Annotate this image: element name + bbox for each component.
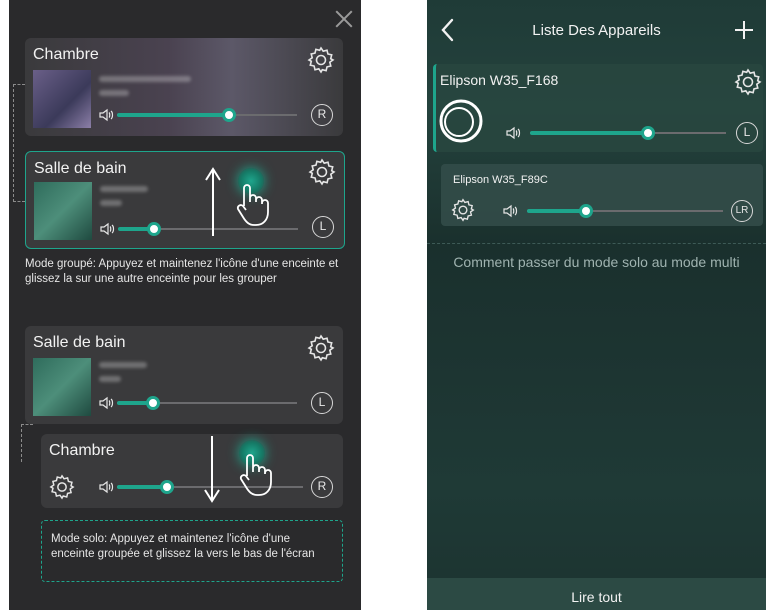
- speaker-card-chambre[interactable]: Chambre R: [25, 38, 343, 136]
- channel-badge[interactable]: L: [311, 392, 333, 414]
- volume-slider[interactable]: [527, 204, 723, 218]
- volume-icon: [503, 204, 519, 218]
- device-name: Elipson W35_F168: [440, 72, 559, 88]
- album-art: [33, 358, 91, 416]
- blurred-track-artist: [99, 376, 121, 382]
- speaker-name: Salle de bain: [33, 334, 126, 351]
- volume-icon: [506, 126, 522, 140]
- blurred-track-title: [100, 186, 148, 192]
- bottom-bar: Lire tout: [427, 578, 766, 610]
- play-all-button[interactable]: Lire tout: [427, 589, 766, 605]
- blurred-track-title: [99, 76, 191, 82]
- channel-badge[interactable]: L: [312, 216, 334, 238]
- arrow-up-icon: [205, 167, 221, 236]
- gear-icon[interactable]: [307, 46, 335, 74]
- speaker-name: Salle de bain: [34, 160, 127, 177]
- gear-icon[interactable]: [308, 158, 336, 186]
- nav-bar: Liste Des Appareils: [427, 0, 766, 60]
- gear-icon[interactable]: [734, 68, 762, 96]
- left-instruction-panel: Chambre R Salle de bain L Mode groupé: A…: [9, 0, 361, 610]
- group-connector: [13, 84, 25, 202]
- divider: [427, 243, 766, 244]
- volume-icon: [99, 108, 115, 122]
- plus-icon[interactable]: [735, 21, 753, 39]
- gear-icon[interactable]: [451, 198, 475, 222]
- album-art: [34, 182, 92, 240]
- volume-slider[interactable]: [117, 396, 297, 410]
- blurred-track-title: [99, 362, 147, 368]
- volume-icon: [99, 480, 115, 494]
- device-card-primary[interactable]: Elipson W35_F168 L: [433, 64, 763, 152]
- close-icon[interactable]: [335, 10, 353, 28]
- speaker-card-chambre-grouped[interactable]: Chambre R: [41, 434, 343, 508]
- help-link[interactable]: Comment passer du mode solo au mode mult…: [427, 254, 766, 270]
- hand-pointer-icon: [239, 454, 272, 496]
- speaker-card-salle-de-bain[interactable]: Salle de bain L: [25, 326, 343, 424]
- gear-icon[interactable]: [307, 334, 335, 362]
- device-card-grouped[interactable]: Elipson W35_F89C LR: [441, 164, 763, 226]
- speaker-card-salle-de-bain-grouped[interactable]: Salle de bain L: [25, 151, 345, 249]
- volume-icon: [99, 396, 115, 410]
- play-ring-icon[interactable]: [438, 98, 484, 144]
- volume-icon: [100, 222, 116, 236]
- channel-badge[interactable]: R: [311, 104, 333, 126]
- channel-badge[interactable]: LR: [731, 200, 753, 222]
- arrow-down-icon: [204, 436, 220, 503]
- speaker-name: Chambre: [33, 46, 99, 63]
- right-device-list-panel: Liste Des Appareils Elipson W35_F168 L E…: [427, 0, 766, 610]
- blurred-track-artist: [100, 200, 122, 206]
- blurred-track-artist: [99, 90, 129, 96]
- device-name: Elipson W35_F89C: [453, 174, 548, 186]
- album-art: [33, 70, 91, 128]
- hand-pointer-icon: [236, 184, 269, 226]
- volume-slider[interactable]: [530, 126, 726, 140]
- volume-slider[interactable]: [117, 108, 297, 122]
- channel-badge[interactable]: R: [311, 476, 333, 498]
- solo-mode-hint: Mode solo: Appuyez et maintenez l'icône …: [51, 533, 315, 560]
- solo-connector: [21, 424, 33, 462]
- group-mode-hint: Mode groupé: Appuyez et maintenez l'icôn…: [25, 258, 339, 285]
- page-title: Liste Des Appareils: [532, 22, 661, 39]
- gear-icon[interactable]: [49, 474, 75, 500]
- channel-badge[interactable]: L: [736, 122, 758, 144]
- speaker-name: Chambre: [49, 442, 115, 459]
